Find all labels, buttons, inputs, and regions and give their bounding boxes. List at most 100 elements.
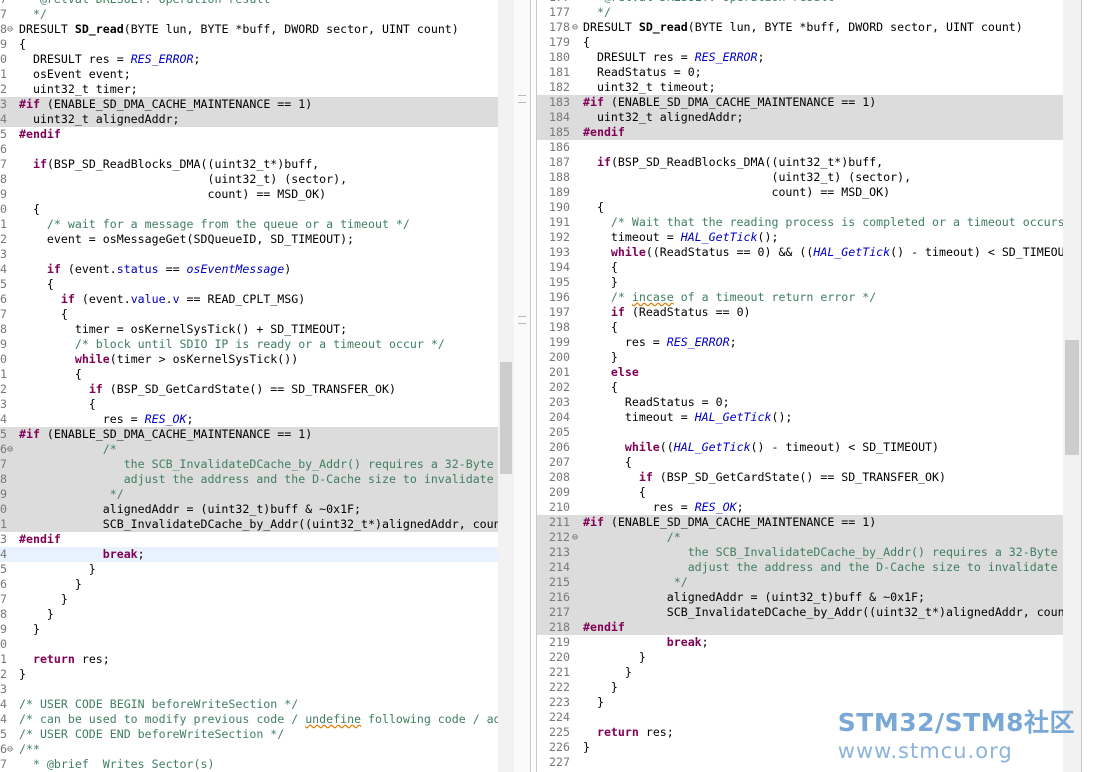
code-line[interactable]: 197 if (ReadStatus == 0): [537, 305, 1063, 320]
code-line[interactable]: 7 if(BSP_SD_ReadBlocks_DMA((uint32_t*)bu…: [0, 157, 498, 172]
code-line[interactable]: 194 {: [537, 260, 1063, 275]
code-line[interactable]: 187 if(BSP_SD_ReadBlocks_DMA((uint32_t*)…: [537, 155, 1063, 170]
code-line[interactable]: 195 }: [537, 275, 1063, 290]
code-line[interactable]: 5 }: [0, 562, 498, 577]
code-line[interactable]: 220 }: [537, 650, 1063, 665]
code-line[interactable]: 206 while((HAL_GetTick() - timeout) < SD…: [537, 440, 1063, 455]
code-line[interactable]: 196 /* incase of a timeout return error …: [537, 290, 1063, 305]
code-line[interactable]: 9 /* block until SDIO IP is ready or a t…: [0, 337, 498, 352]
code-line[interactable]: 4 if (event.status == osEventMessage): [0, 262, 498, 277]
code-line[interactable]: 6 ⊖ /*: [0, 442, 498, 457]
code-line[interactable]: 212 ⊖ /*: [537, 530, 1063, 545]
code-line[interactable]: 190 {: [537, 200, 1063, 215]
code-line[interactable]: 191 /* Wait that the reading process is …: [537, 215, 1063, 230]
code-line[interactable]: 178 ⊖ DRESULT SD_read(BYTE lun, BYTE *buff…: [537, 20, 1063, 35]
code-line[interactable]: 5 #endif: [0, 127, 498, 142]
code-line[interactable]: 203 ReadStatus = 0;: [537, 395, 1063, 410]
code-line[interactable]: 218 #endif: [537, 620, 1063, 635]
code-line[interactable]: 0 {: [0, 202, 498, 217]
left-vertical-scrollbar[interactable]: [498, 0, 514, 772]
code-line[interactable]: 177 */: [537, 5, 1063, 20]
code-line[interactable]: 216 alignedAddr = (uint32_t)buff & ~0x1F…: [537, 590, 1063, 605]
code-line[interactable]: 209 {: [537, 485, 1063, 500]
code-line[interactable]: 205: [537, 425, 1063, 440]
code-line[interactable]: 189 count) == MSD_OK): [537, 185, 1063, 200]
left-editor-pane[interactable]: 7 @retval DRESULT: Operation result7 */ 8…: [0, 0, 498, 772]
code-line[interactable]: 192 timeout = HAL_GetTick();: [537, 230, 1063, 245]
code-line[interactable]: 1 return res;: [0, 652, 498, 667]
code-line[interactable]: 7 {: [0, 307, 498, 322]
code-line[interactable]: 0: [0, 637, 498, 652]
code-line[interactable]: 207 {: [537, 455, 1063, 470]
code-line[interactable]: 198 {: [537, 320, 1063, 335]
code-line[interactable]: 7 @retval DRESULT: Operation result: [0, 0, 498, 7]
code-line[interactable]: 217 SCB_InvalidateDCache_by_Addr((uint32…: [537, 605, 1063, 620]
code-line[interactable]: 1 {: [0, 367, 498, 382]
code-line[interactable]: 204 timeout = HAL_GetTick();: [537, 410, 1063, 425]
fold-toggle-icon[interactable]: ⊖: [572, 530, 578, 545]
code-line[interactable]: 2 event = osMessageGet(SDQueueID, SD_TIM…: [0, 232, 498, 247]
code-line[interactable]: 211 #if (ENABLE_SD_DMA_CACHE_MAINTENANCE …: [537, 515, 1063, 530]
pane-splitter[interactable]: [514, 0, 530, 772]
code-line[interactable]: 0 while(timer > osKernelSysTick()): [0, 352, 498, 367]
code-line[interactable]: 6 }: [0, 577, 498, 592]
code-line[interactable]: 186: [537, 140, 1063, 155]
code-line[interactable]: 214 adjust the address and the D-Cache s…: [537, 560, 1063, 575]
code-line[interactable]: 3: [0, 682, 498, 697]
code-line[interactable]: 2 if (BSP_SD_GetCardState() == SD_TRANSF…: [0, 382, 498, 397]
code-line[interactable]: 3 #endif: [0, 532, 498, 547]
code-line[interactable]: 222 }: [537, 680, 1063, 695]
code-line[interactable]: 7 }: [0, 592, 498, 607]
code-line[interactable]: 9{: [0, 37, 498, 52]
code-line[interactable]: 9 */: [0, 487, 498, 502]
code-line[interactable]: 0 DRESULT res = RES_ERROR;: [0, 52, 498, 67]
code-line[interactable]: 7 */: [0, 7, 498, 22]
code-line[interactable]: 6: [0, 142, 498, 157]
code-line[interactable]: 3 {: [0, 397, 498, 412]
code-line[interactable]: 7 * @brief Writes Sector(s): [0, 757, 498, 772]
code-line[interactable]: 180 DRESULT res = RES_ERROR;: [537, 50, 1063, 65]
right-vertical-scrollbar[interactable]: [1063, 0, 1081, 772]
code-line[interactable]: 5 /* USER CODE END beforeWriteSection */: [0, 727, 498, 742]
code-line[interactable]: 7 the SCB_InvalidateDCache_by_Addr() req…: [0, 457, 498, 472]
code-line[interactable]: 188 (uint32_t) (sector),: [537, 170, 1063, 185]
code-line[interactable]: 208 if (BSP_SD_GetCardState() == SD_TRAN…: [537, 470, 1063, 485]
code-line[interactable]: 201 else: [537, 365, 1063, 380]
fold-toggle-icon[interactable]: ⊖: [7, 742, 13, 757]
code-line[interactable]: 213 the SCB_InvalidateDCache_by_Addr() r…: [537, 545, 1063, 560]
code-line[interactable]: 5 {: [0, 277, 498, 292]
code-line[interactable]: 6 ⊖ /**: [0, 742, 498, 757]
fold-toggle-icon[interactable]: ⊖: [572, 20, 578, 35]
right-scrollbar-thumb[interactable]: [1065, 340, 1079, 455]
code-line[interactable]: 1 osEvent event;: [0, 67, 498, 82]
code-line[interactable]: 199 res = RES_ERROR;: [537, 335, 1063, 350]
code-line[interactable]: 1 /* wait for a message from the queue o…: [0, 217, 498, 232]
code-line[interactable]: 8 adjust the address and the D-Cache siz…: [0, 472, 498, 487]
code-line[interactable]: 8 timer = osKernelSysTick() + SD_TIMEOUT…: [0, 322, 498, 337]
code-line[interactable]: 210 res = RES_OK;: [537, 500, 1063, 515]
code-line[interactable]: 215 */: [537, 575, 1063, 590]
code-line[interactable]: 181 ReadStatus = 0;: [537, 65, 1063, 80]
code-line[interactable]: 8 }: [0, 607, 498, 622]
code-line[interactable]: 182 uint32_t timeout;: [537, 80, 1063, 95]
code-line[interactable]: 221 }: [537, 665, 1063, 680]
code-line[interactable]: 4 uint32_t alignedAddr;: [0, 112, 498, 127]
fold-toggle-icon[interactable]: ⊖: [7, 22, 13, 37]
code-line[interactable]: 4 /* USER CODE BEGIN beforeWriteSection *…: [0, 697, 498, 712]
code-line[interactable]: 4 res = RES_OK;: [0, 412, 498, 427]
right-editor-pane[interactable]: 177 @retval DRESULT: Operation result177…: [537, 0, 1063, 772]
code-line[interactable]: 179 {: [537, 35, 1063, 50]
code-line[interactable]: 202 {: [537, 380, 1063, 395]
code-line[interactable]: 3 #if (ENABLE_SD_DMA_CACHE_MAINTENANCE ==…: [0, 97, 498, 112]
fold-toggle-icon[interactable]: ⊖: [7, 442, 13, 457]
code-line[interactable]: 1 SCB_InvalidateDCache_by_Addr((uint32_t…: [0, 517, 498, 532]
code-line[interactable]: 183 #if (ENABLE_SD_DMA_CACHE_MAINTENANCE …: [537, 95, 1063, 110]
code-line[interactable]: 5 #if (ENABLE_SD_DMA_CACHE_MAINTENANCE ==…: [0, 427, 498, 442]
code-line[interactable]: 2 uint32_t timer;: [0, 82, 498, 97]
code-line[interactable]: 0 alignedAddr = (uint32_t)buff & ~0x1F;: [0, 502, 498, 517]
code-line[interactable]: 8 (uint32_t) (sector),: [0, 172, 498, 187]
left-scrollbar-thumb[interactable]: [500, 362, 512, 474]
code-line[interactable]: 184 uint32_t alignedAddr;: [537, 110, 1063, 125]
code-line[interactable]: 185 #endif: [537, 125, 1063, 140]
code-line[interactable]: 2}: [0, 667, 498, 682]
